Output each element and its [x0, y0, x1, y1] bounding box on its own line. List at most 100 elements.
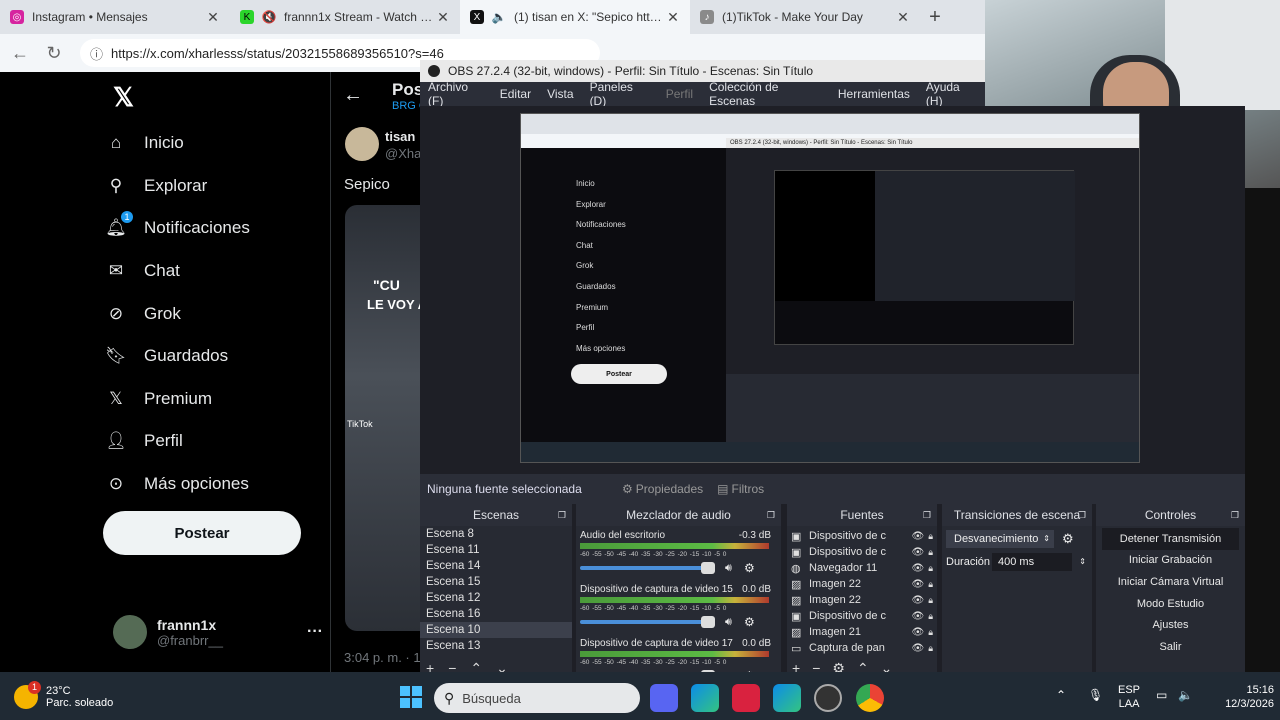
- browser-tab-kick[interactable]: K 🔇 frannn1x Stream - Watch Live ✕: [230, 0, 460, 34]
- more-dots-icon[interactable]: ···: [307, 623, 323, 641]
- new-tab-button[interactable]: +: [920, 0, 950, 34]
- visibility-eye-icon[interactable]: 👁︎: [912, 547, 925, 558]
- visibility-eye-icon[interactable]: 👁︎: [912, 627, 925, 638]
- visibility-eye-icon[interactable]: 👁︎: [912, 531, 925, 542]
- reload-icon[interactable]: ↻: [40, 39, 68, 67]
- undock-icon[interactable]: ❐: [558, 510, 566, 521]
- menu-item[interactable]: Colección de Escenas: [701, 80, 830, 108]
- sidebar-item-inicio[interactable]: ⌂ Inicio: [105, 122, 325, 165]
- edge-icon[interactable]: [773, 684, 801, 712]
- volume-icon[interactable]: 🔈: [1178, 688, 1193, 702]
- menu-item[interactable]: Ayuda (H): [918, 80, 985, 108]
- visibility-eye-icon[interactable]: 👁︎: [912, 579, 925, 590]
- source-item[interactable]: ▣ Dispositivo de c 👁︎ 🔒︎: [791, 544, 933, 560]
- undock-icon[interactable]: ❐: [767, 510, 775, 521]
- control-button-detener-transmisión[interactable]: Detener Transmisión: [1102, 528, 1239, 550]
- menu-item[interactable]: Archivo (F): [420, 80, 492, 108]
- site-info-icon[interactable]: ⓘ: [90, 44, 103, 63]
- lock-icon[interactable]: 🔒︎: [928, 595, 933, 606]
- volume-slider[interactable]: [580, 616, 715, 628]
- discord-icon[interactable]: [650, 684, 678, 712]
- slider-handle[interactable]: [701, 562, 715, 574]
- scene-item[interactable]: Escena 12: [420, 590, 572, 606]
- obs-app-icon[interactable]: [814, 684, 842, 712]
- close-tab-icon[interactable]: ✕: [436, 9, 450, 26]
- lock-icon[interactable]: 🔒︎: [928, 547, 933, 558]
- network-icon[interactable]: ▭: [1156, 688, 1167, 702]
- post-button[interactable]: Postear: [103, 511, 301, 555]
- visibility-eye-icon[interactable]: 👁︎: [912, 611, 925, 622]
- speaker-icon[interactable]: 🔊︎: [725, 616, 732, 629]
- browser-tab-x[interactable]: X 🔈 (1) tisan en X: "Sepico https:// ✕: [460, 0, 690, 34]
- gear-icon[interactable]: ⚙: [1062, 531, 1074, 547]
- author-name[interactable]: tisan: [385, 129, 415, 144]
- visibility-eye-icon[interactable]: 👁︎: [912, 643, 925, 654]
- muted-speaker-icon[interactable]: 🔇: [262, 10, 277, 24]
- source-item[interactable]: ▣ Dispositivo de c 👁︎ 🔒︎: [791, 528, 933, 544]
- taskbar-search[interactable]: ⚲ Búsqueda: [434, 683, 640, 713]
- sidebar-item-grok[interactable]: ⊘ Grok: [105, 292, 325, 335]
- properties-button[interactable]: ⚙ Propiedades: [622, 482, 703, 496]
- sidebar-item-chat[interactable]: ✉ Chat: [105, 250, 325, 293]
- menu-item[interactable]: Editar: [492, 87, 539, 101]
- menu-item[interactable]: Herramientas: [830, 87, 918, 101]
- sidebar-item-notificaciones[interactable]: 🔔︎ 1 Notificaciones: [105, 207, 325, 250]
- lock-icon[interactable]: 🔒︎: [928, 531, 933, 542]
- app-red-icon[interactable]: [732, 684, 760, 712]
- sidebar-item-perfil[interactable]: 👤︎ Perfil: [105, 420, 325, 463]
- scene-item[interactable]: Escena 10: [420, 622, 572, 638]
- source-item[interactable]: ◍ Navegador 11 👁︎ 🔒︎: [791, 560, 933, 576]
- x-logo-icon[interactable]: 𝕏: [113, 84, 139, 110]
- sidebar-item-explorar[interactable]: ⚲ Explorar: [105, 165, 325, 208]
- filters-button[interactable]: ▤ Filtros: [717, 482, 764, 496]
- scene-item[interactable]: Escena 11: [420, 542, 572, 558]
- chevron-up-icon[interactable]: ⌃: [1056, 688, 1066, 702]
- control-button-ajustes[interactable]: Ajustes: [1102, 614, 1239, 636]
- lock-icon[interactable]: 🔒︎: [928, 563, 933, 574]
- sidebar-item-más-opciones[interactable]: ⊙ Más opciones: [105, 463, 325, 506]
- gear-icon[interactable]: ⚙: [744, 615, 755, 629]
- source-item[interactable]: ▨ Imagen 22 👁︎ 🔒︎: [791, 576, 933, 592]
- lock-icon[interactable]: 🔒︎: [928, 643, 933, 654]
- undock-icon[interactable]: ❐: [1231, 510, 1239, 521]
- lock-icon[interactable]: 🔒︎: [928, 611, 933, 622]
- control-button-iniciar-cámara-virtual[interactable]: Iniciar Cámara Virtual: [1102, 571, 1239, 593]
- visibility-eye-icon[interactable]: 👁︎: [912, 595, 925, 606]
- browser-tab-instagram[interactable]: ◎ Instagram • Mensajes ✕: [0, 0, 230, 34]
- author-avatar[interactable]: [345, 127, 379, 161]
- menu-item[interactable]: Paneles (D): [582, 80, 658, 108]
- edge-icon[interactable]: [691, 684, 719, 712]
- scene-item[interactable]: Escena 15: [420, 574, 572, 590]
- control-button-modo-estudio[interactable]: Modo Estudio: [1102, 593, 1239, 615]
- control-button-iniciar-grabación[interactable]: Iniciar Grabación: [1102, 550, 1239, 572]
- scene-item[interactable]: Escena 14: [420, 558, 572, 574]
- transition-select[interactable]: Desvanecimiento ⇕: [946, 530, 1054, 548]
- speaker-icon[interactable]: 🔊︎: [725, 562, 732, 575]
- back-arrow-icon[interactable]: ←: [343, 84, 363, 107]
- slider-handle[interactable]: [701, 616, 715, 628]
- menu-item[interactable]: Perfil: [658, 87, 701, 101]
- account-switcher[interactable]: frannn1x @franbrr__ ···: [113, 612, 323, 652]
- scene-item[interactable]: Escena 16: [420, 606, 572, 622]
- clock[interactable]: 15:16 12/3/2026: [1210, 683, 1274, 711]
- obs-preview-canvas[interactable]: Inicio Explorar Notificaciones Chat Grok Guar…: [520, 113, 1140, 463]
- lock-icon[interactable]: 🔒︎: [928, 579, 933, 590]
- close-tab-icon[interactable]: ✕: [666, 9, 680, 26]
- source-item[interactable]: ▨ Imagen 22 👁︎ 🔒︎: [791, 592, 933, 608]
- duration-spinbox[interactable]: 400 ms ⇕: [992, 553, 1086, 571]
- sidebar-item-guardados[interactable]: 🔖︎ Guardados: [105, 335, 325, 378]
- undock-icon[interactable]: ❐: [1078, 510, 1086, 521]
- scene-item[interactable]: Escena 8: [420, 526, 572, 542]
- sidebar-item-premium[interactable]: 𝕏 Premium: [105, 378, 325, 421]
- gear-icon[interactable]: ⚙: [744, 561, 755, 575]
- undock-icon[interactable]: ❐: [923, 510, 931, 521]
- back-arrow-icon[interactable]: ←: [6, 39, 34, 67]
- microphone-icon[interactable]: 🎙: [1088, 688, 1103, 702]
- close-tab-icon[interactable]: ✕: [206, 9, 220, 26]
- close-tab-icon[interactable]: ✕: [896, 9, 910, 26]
- source-item[interactable]: ▨ Imagen 21 👁︎ 🔒︎: [791, 624, 933, 640]
- language-indicator[interactable]: ESP LAA: [1118, 683, 1140, 711]
- chevron-updown-icon[interactable]: ⇕: [1079, 553, 1086, 571]
- visibility-eye-icon[interactable]: 👁︎: [912, 563, 925, 574]
- speaker-icon[interactable]: 🔈: [492, 10, 507, 24]
